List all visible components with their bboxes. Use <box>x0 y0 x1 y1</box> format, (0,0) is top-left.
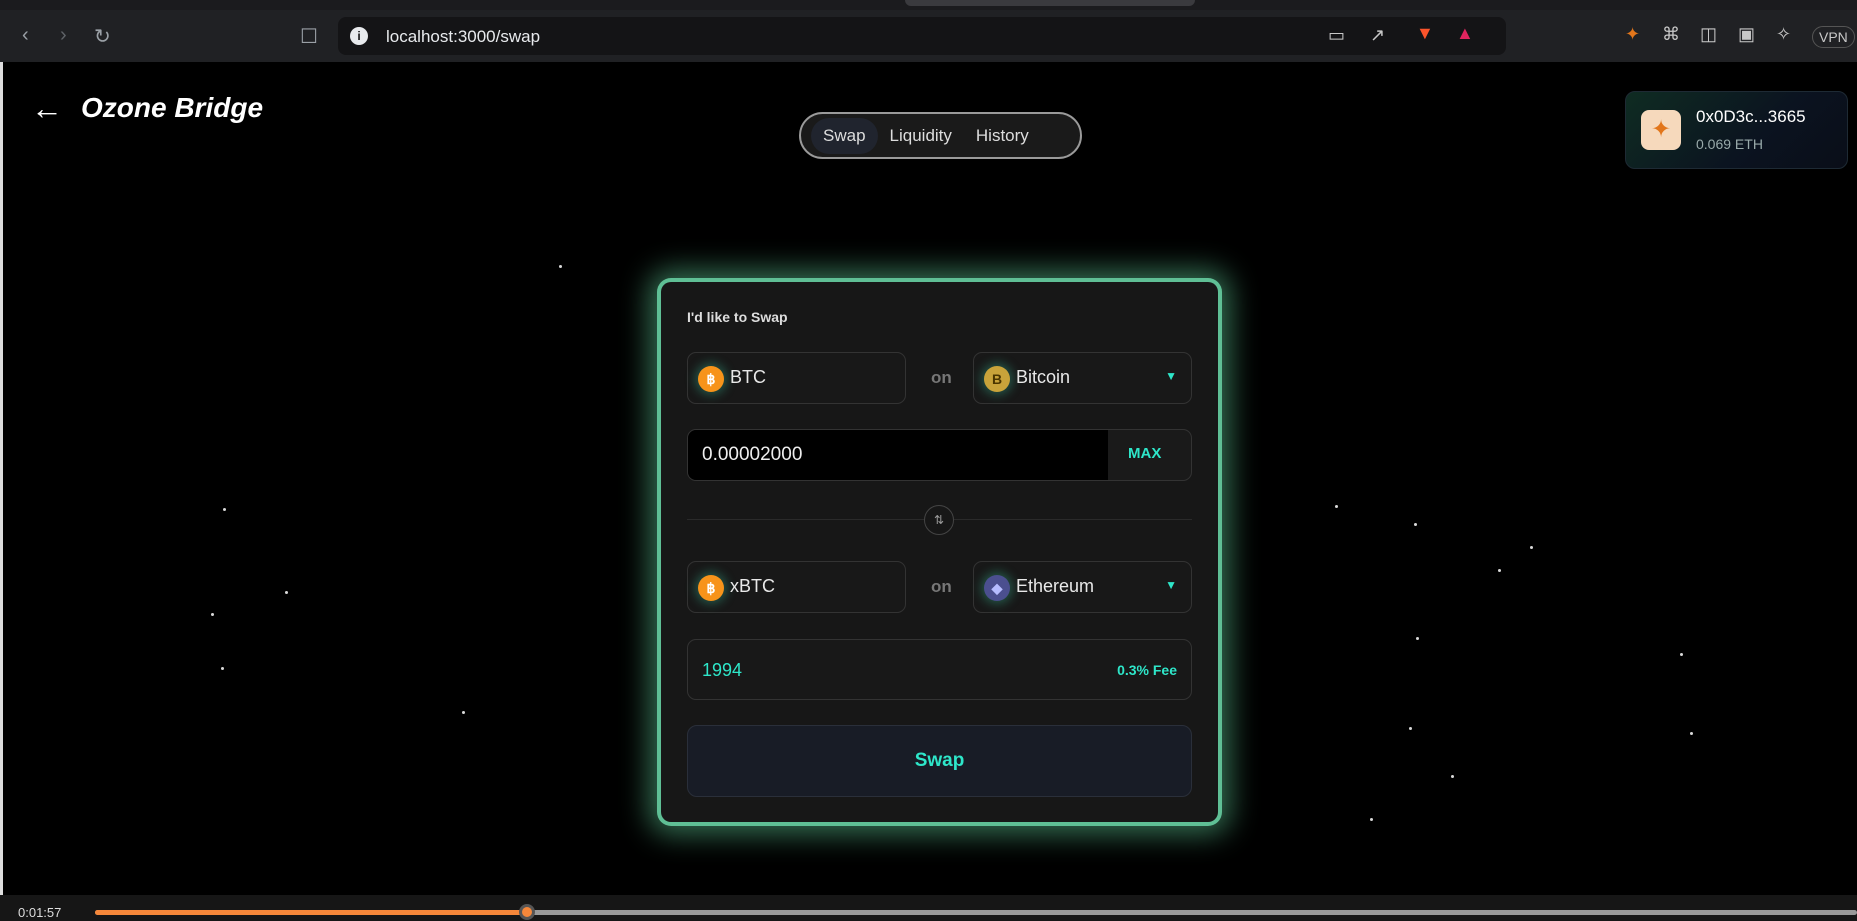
wallet-address: 0x0D3c...3665 <box>1696 107 1806 126</box>
amount-field-wrapper: MAX <box>687 429 1192 481</box>
output-amount: 1994 <box>702 660 743 680</box>
app-title: Ozone Bridge <box>81 92 264 123</box>
to-token-label: xBTC <box>730 576 775 596</box>
page: ← Ozone Bridge Swap Liquidity History ✦ … <box>0 62 1857 895</box>
url-text[interactable]: localhost:3000/swap <box>386 27 540 47</box>
fee-label: 0.3% Fee <box>1117 662 1177 678</box>
to-chain-select[interactable]: ◆ Ethereum ▼ <box>973 561 1192 613</box>
star <box>1414 523 1417 526</box>
vpn-button[interactable]: VPN <box>1812 26 1855 48</box>
bitcoin-coin-icon: ฿ <box>698 366 724 392</box>
star <box>1690 732 1693 735</box>
max-button[interactable]: MAX <box>1128 445 1161 462</box>
browser-toolbar: ‹ › ↻ ☐ i localhost:3000/swap ▭ ↗ ▼ ▲ ✦ … <box>0 10 1857 62</box>
cast-icon[interactable]: ▭ <box>1328 25 1345 46</box>
window-top-strip <box>0 0 1857 10</box>
tab-swap[interactable]: Swap <box>811 117 878 154</box>
sidebar-icon[interactable]: ◫ <box>1700 24 1717 45</box>
forward-nav-icon[interactable]: › <box>60 24 67 47</box>
chevron-down-icon: ▼ <box>1165 578 1177 592</box>
swap-direction-icon[interactable]: ⇅ <box>924 505 954 535</box>
chevron-down-icon: ▼ <box>1165 369 1177 383</box>
star <box>223 508 226 511</box>
wallet-balance: 0.069 ETH <box>1696 136 1763 152</box>
reload-icon[interactable]: ↻ <box>94 24 111 49</box>
leo-ai-icon[interactable]: ✧ <box>1776 24 1791 45</box>
star <box>559 265 562 268</box>
wallet-icon[interactable]: ▣ <box>1738 24 1755 45</box>
back-arrow-icon[interactable]: ← <box>31 90 63 127</box>
bitcoin-chain-icon: B <box>984 366 1010 392</box>
star <box>779 822 782 825</box>
star <box>285 591 288 594</box>
star <box>221 667 224 670</box>
star <box>1416 637 1419 640</box>
star <box>462 711 465 714</box>
metamask-fox-icon: ✦ <box>1641 110 1681 150</box>
star <box>1409 727 1412 730</box>
star <box>1335 505 1338 508</box>
video-progress-fill <box>95 910 527 915</box>
swap-card: I'd like to Swap ฿ BTC on B Bitcoin ▼ MA… <box>661 282 1218 822</box>
browser-tab[interactable] <box>905 0 1195 6</box>
address-bar[interactable]: i localhost:3000/swap ▭ ↗ ▼ ▲ <box>338 17 1506 55</box>
brave-rewards-icon[interactable]: ▲ <box>1456 23 1474 44</box>
to-token-select[interactable]: ฿ xBTC <box>687 561 906 613</box>
star <box>1451 775 1454 778</box>
vpn-label: VPN <box>1819 29 1848 45</box>
tab-history[interactable]: History <box>964 118 1041 154</box>
from-token-label: BTC <box>730 367 766 387</box>
output-amount-box: 1994 0.3% Fee <box>687 639 1192 700</box>
back-nav-icon[interactable]: ‹ <box>22 24 29 47</box>
wallet-button[interactable]: ✦ 0x0D3c...3665 0.069 ETH <box>1625 91 1848 169</box>
nav-tabs: Swap Liquidity History <box>799 112 1082 159</box>
brave-shield-icon[interactable]: ▼ <box>1416 23 1434 44</box>
bitcoin-coin-icon: ฿ <box>698 575 724 601</box>
from-chain-label: Bitcoin <box>1016 367 1071 387</box>
video-seek-handle[interactable] <box>518 904 535 920</box>
tab-liquidity[interactable]: Liquidity <box>878 118 964 154</box>
from-token-select[interactable]: ฿ BTC <box>687 352 906 404</box>
video-seek-bar[interactable] <box>95 904 1857 920</box>
video-player-bar: 0:01:57 <box>0 895 1857 921</box>
ethereum-icon: ◆ <box>984 575 1010 601</box>
on-label: on <box>931 368 952 387</box>
amount-input[interactable] <box>688 430 1108 480</box>
video-time: 0:01:57 <box>18 905 62 920</box>
extensions-icon[interactable]: ⌘ <box>1662 24 1680 45</box>
star <box>1680 653 1683 656</box>
star <box>1370 818 1373 821</box>
from-chain-select[interactable]: B Bitcoin ▼ <box>973 352 1192 404</box>
on-label: on <box>931 577 952 596</box>
bookmark-icon[interactable]: ☐ <box>300 24 318 49</box>
star <box>1530 546 1533 549</box>
metamask-extension-icon[interactable]: ✦ <box>1625 24 1640 45</box>
to-chain-label: Ethereum <box>1016 576 1095 596</box>
star <box>1498 569 1501 572</box>
star <box>211 613 214 616</box>
swap-heading: I'd like to Swap <box>687 309 788 325</box>
site-info-icon[interactable]: i <box>350 27 368 45</box>
share-icon[interactable]: ↗ <box>1370 25 1385 46</box>
swap-button[interactable]: Swap <box>687 725 1192 797</box>
